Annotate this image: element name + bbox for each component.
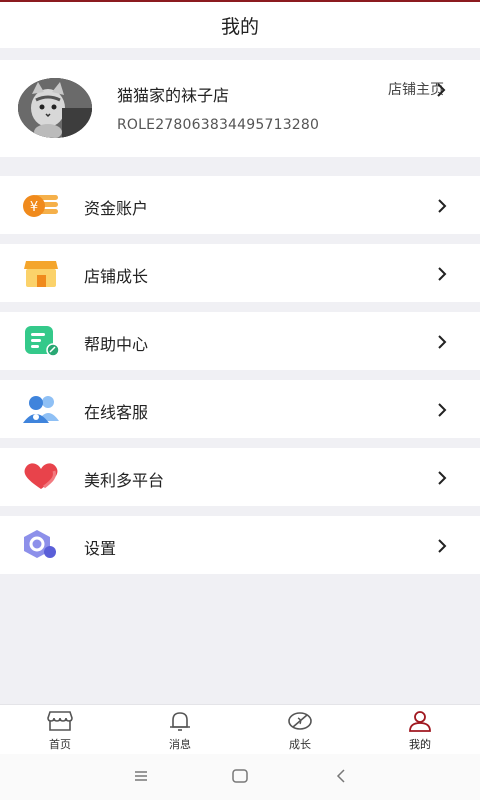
menu-label: 设置 [84, 539, 117, 558]
customer-service-icon [22, 393, 60, 425]
svg-text:¥: ¥ [30, 200, 38, 215]
shop-name: 猫猫家的袜子店 [117, 86, 230, 105]
storefront-icon [22, 257, 60, 289]
leaf-icon [287, 710, 313, 732]
menu-item-settings[interactable]: 设置 [0, 516, 480, 574]
chevron-right-icon [437, 470, 447, 489]
tab-label: 成长 [289, 738, 311, 751]
avatar[interactable] [18, 78, 92, 138]
tab-home[interactable]: 首页 [0, 705, 120, 755]
menu-label: 美利多平台 [84, 471, 165, 490]
chevron-right-icon [437, 334, 447, 353]
tab-mine[interactable]: 我的 [360, 705, 480, 755]
page-header: 我的 [0, 2, 480, 48]
bottom-tab-bar: 首页 消息 成长 我的 [0, 704, 480, 754]
menu-label: 在线客服 [84, 403, 149, 422]
shop-id: ROLE278063834495713280 [117, 117, 320, 133]
tab-label: 首页 [49, 738, 71, 751]
settings-hexagon-icon [22, 529, 60, 561]
shop-profile-card[interactable]: 猫猫家的袜子店 ROLE278063834495713280 店铺主页 [0, 60, 480, 157]
menu-item-help-center[interactable]: 帮助中心 [0, 312, 480, 370]
menu-item-online-service[interactable]: 在线客服 [0, 380, 480, 438]
menu-item-shop-growth[interactable]: 店铺成长 [0, 244, 480, 302]
person-icon [407, 710, 433, 732]
menu-label: 帮助中心 [84, 335, 149, 354]
chevron-right-icon [437, 402, 447, 421]
chevron-right-icon[interactable] [436, 82, 446, 101]
tab-label: 我的 [409, 738, 431, 751]
menu-label: 店铺成长 [84, 267, 149, 286]
home-icon[interactable] [231, 768, 249, 788]
chevron-right-icon [437, 538, 447, 557]
recent-apps-icon[interactable] [133, 768, 149, 788]
chevron-right-icon [437, 266, 447, 285]
menu-item-fund-account[interactable]: ¥ 资金账户 [0, 176, 480, 234]
tab-growth[interactable]: 成长 [240, 705, 360, 755]
shop-home-icon [47, 710, 73, 732]
chevron-right-icon [437, 198, 447, 217]
tab-label: 消息 [169, 738, 191, 751]
page-title: 我的 [220, 15, 259, 38]
back-icon[interactable] [334, 768, 348, 788]
tab-messages[interactable]: 消息 [120, 705, 240, 755]
menu-item-melido-platform[interactable]: 美利多平台 [0, 448, 480, 506]
heart-platform-icon [22, 461, 60, 493]
system-navigation-bar [0, 754, 480, 800]
bell-icon [167, 710, 193, 732]
menu-label: 资金账户 [84, 199, 149, 218]
coin-account-icon: ¥ [22, 189, 60, 221]
help-document-icon [22, 325, 60, 357]
